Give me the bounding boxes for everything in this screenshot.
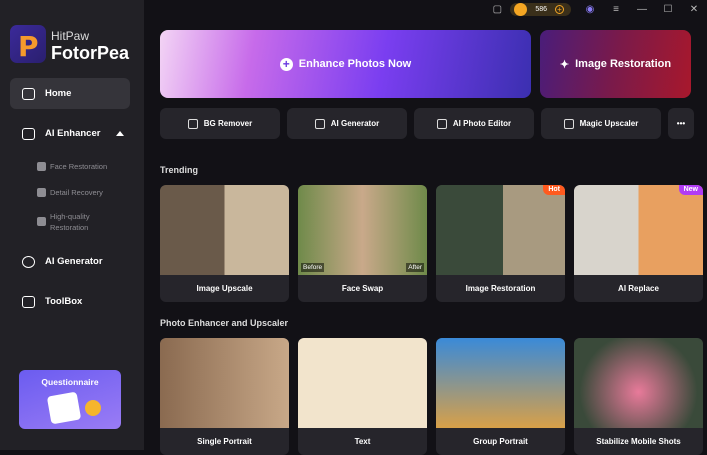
label: High-quality Restoration — [50, 212, 90, 232]
trending-title: Trending — [160, 165, 198, 175]
brand-name: FotorPea — [51, 43, 130, 63]
close-icon[interactable]: ✕ — [681, 4, 707, 15]
brand-top: HitPaw — [51, 29, 90, 43]
coin-count: 586 — [535, 5, 547, 13]
card-label: Group Portrait — [473, 437, 528, 446]
card-face-swap[interactable]: Before After Face Swap — [298, 185, 427, 302]
card-image-restoration[interactable]: Hot Image Restoration — [436, 185, 565, 302]
ai-photo-editor-button[interactable]: AI Photo Editor — [414, 108, 534, 139]
account-icon[interactable]: ◉ — [577, 4, 603, 15]
label: Face Restoration — [50, 162, 108, 171]
ai-enhancer-icon — [22, 127, 35, 140]
before-tag: Before — [301, 263, 325, 272]
maximize-icon[interactable]: ☐ — [655, 4, 681, 15]
collapse-caret-icon[interactable] — [116, 131, 124, 136]
card-label: Text — [354, 437, 371, 446]
card-stabilize-mobile-shots[interactable]: Stabilize Mobile Shots — [574, 338, 703, 455]
survey-illustration-icon — [46, 391, 82, 425]
card-image — [160, 338, 289, 428]
wand-icon — [314, 118, 325, 129]
card-image-upscale[interactable]: Image Upscale — [160, 185, 289, 302]
sidebar-sub-face-restoration[interactable]: Face Restoration — [37, 161, 107, 172]
coin-icon — [514, 2, 528, 16]
new-badge: New — [678, 185, 703, 195]
label: Detail Recovery — [50, 188, 103, 197]
feedback-icon[interactable]: ▢ — [484, 4, 510, 15]
after-tag: After — [406, 263, 424, 272]
card-label: Face Swap — [341, 284, 384, 293]
card-image — [574, 185, 703, 275]
card-ai-replace[interactable]: New AI Replace — [574, 185, 703, 302]
home-icon — [22, 87, 35, 100]
card-text[interactable]: Text — [298, 338, 427, 455]
more-tools-button[interactable]: ••• — [668, 108, 694, 139]
magic-upscaler-button[interactable]: Magic Upscaler — [541, 108, 661, 139]
sidebar-item-ai-enhancer[interactable]: AI Enhancer — [10, 118, 130, 149]
ai-generator-icon — [22, 255, 35, 268]
plus-icon: + — [279, 57, 293, 71]
menu-icon[interactable]: ≡ — [603, 4, 629, 15]
coin-icon — [85, 400, 101, 416]
image-icon — [37, 188, 46, 197]
label: BG Remover — [203, 119, 253, 128]
label: Home — [45, 88, 72, 99]
restore-label: Image Restoration — [575, 58, 672, 70]
card-label: AI Replace — [618, 284, 659, 293]
enhance-label: Enhance Photos Now — [298, 58, 412, 70]
label: AI Generator — [330, 119, 380, 128]
card-label: Stabilize Mobile Shots — [596, 437, 681, 446]
toolbox-icon — [22, 295, 35, 308]
bg-remover-button[interactable]: BG Remover — [160, 108, 280, 139]
questionnaire-label: Questionnaire — [41, 377, 99, 387]
face-icon — [37, 162, 46, 171]
label: AI Enhancer — [45, 128, 101, 139]
ai-generator-button[interactable]: AI Generator — [287, 108, 407, 139]
label: AI Photo Editor — [452, 119, 512, 128]
card-image — [436, 338, 565, 428]
restore-icon — [37, 217, 46, 226]
card-image — [436, 185, 565, 275]
title-bar: ▢ 586 + ◉ ≡ — ☐ ✕ — [484, 0, 707, 18]
magic-wand-icon: ✦ — [559, 58, 570, 71]
coin-balance[interactable]: 586 + — [510, 2, 571, 16]
hot-badge: Hot — [543, 185, 565, 195]
card-image — [160, 185, 289, 275]
sidebar: P HitPaw FotorPea Home AI Enhancer Face … — [0, 0, 144, 450]
label: ToolBox — [45, 296, 83, 307]
sidebar-item-ai-generator[interactable]: AI Generator — [10, 246, 130, 277]
bg-remover-icon — [187, 118, 198, 129]
minimize-icon[interactable]: — — [629, 4, 655, 15]
photo-editor-icon — [436, 118, 447, 129]
app-logo: P — [10, 25, 46, 63]
card-image — [298, 185, 427, 275]
card-label: Image Restoration — [465, 284, 536, 293]
enhance-photos-banner[interactable]: + Enhance Photos Now — [160, 30, 531, 98]
sidebar-sub-detail-recovery[interactable]: Detail Recovery — [37, 187, 103, 198]
card-image — [574, 338, 703, 428]
label: AI Generator — [45, 256, 103, 267]
upscale-icon — [563, 118, 574, 129]
card-group-portrait[interactable]: Group Portrait — [436, 338, 565, 455]
card-single-portrait[interactable]: Single Portrait — [160, 338, 289, 455]
card-label: Image Upscale — [196, 284, 253, 293]
more-icon: ••• — [676, 119, 686, 128]
label: Magic Upscaler — [579, 119, 639, 128]
card-image — [298, 338, 427, 428]
card-label: Single Portrait — [197, 437, 252, 446]
image-restoration-banner[interactable]: ✦ Image Restoration — [540, 30, 691, 98]
sidebar-item-home[interactable]: Home — [10, 78, 130, 109]
enhancer-title: Photo Enhancer and Upscaler — [160, 318, 289, 328]
sidebar-sub-high-quality[interactable]: High-quality Restoration — [37, 211, 107, 233]
questionnaire-banner[interactable]: Questionnaire — [19, 370, 121, 429]
sidebar-item-toolbox[interactable]: ToolBox — [10, 286, 130, 317]
add-coins-icon[interactable]: + — [555, 4, 564, 14]
